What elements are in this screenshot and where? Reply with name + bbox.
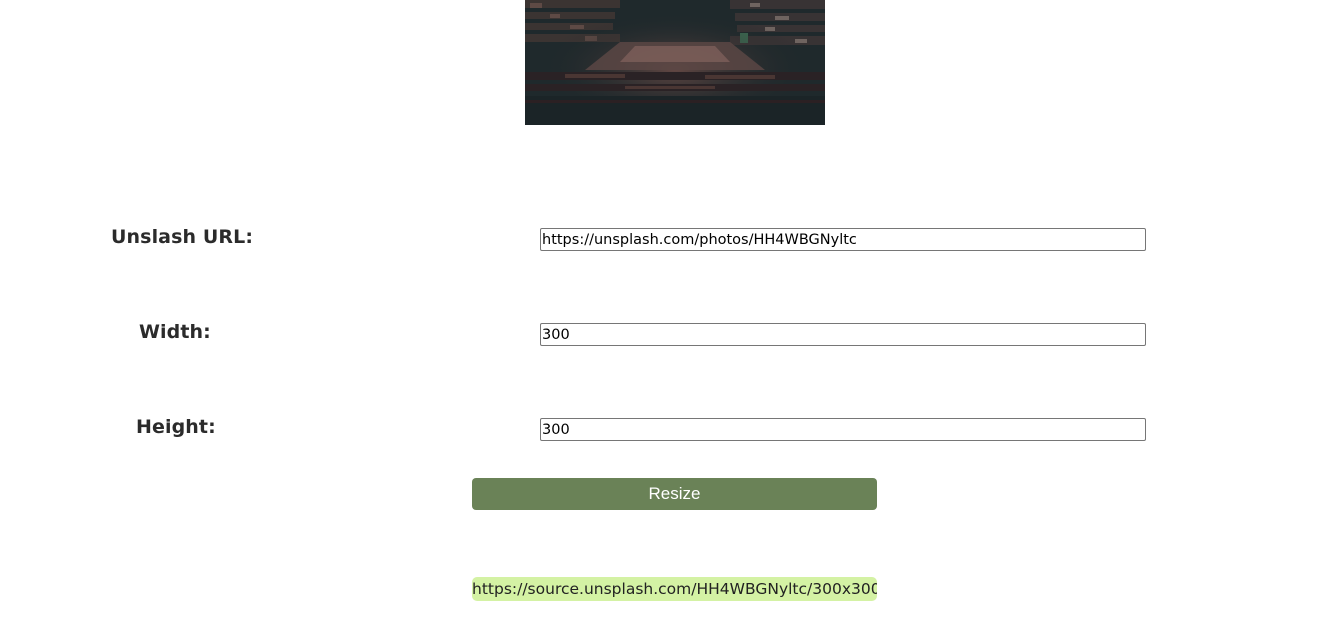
width-row: Width: <box>0 320 1339 360</box>
width-label: Width: <box>139 321 211 343</box>
result-url-badge: https://source.unsplash.com/HH4WBGNyltc/… <box>472 577 877 601</box>
bookshelf-photo <box>525 0 825 125</box>
resize-button[interactable]: Resize <box>472 478 877 510</box>
height-label: Height: <box>136 416 216 438</box>
page: Unslash URL: Width: Height: Resize https… <box>0 0 1339 618</box>
height-row: Height: <box>0 415 1339 455</box>
width-input[interactable] <box>540 323 1146 346</box>
url-input[interactable] <box>540 228 1146 251</box>
height-input[interactable] <box>540 418 1146 441</box>
preview-image <box>525 0 825 125</box>
url-row: Unslash URL: <box>0 225 1339 265</box>
url-label: Unslash URL: <box>111 226 254 248</box>
